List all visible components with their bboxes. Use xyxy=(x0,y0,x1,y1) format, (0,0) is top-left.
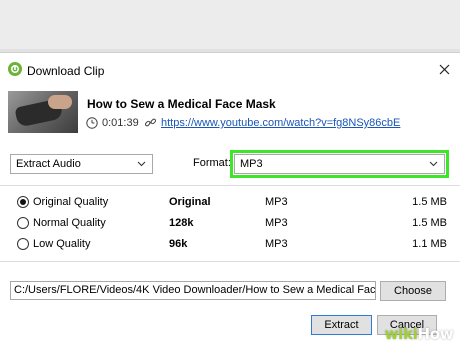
quality-label: Normal Quality xyxy=(33,217,106,229)
quality-name: 96k xyxy=(169,238,188,250)
chevron-down-icon xyxy=(429,161,438,167)
divider xyxy=(0,185,460,186)
cancel-button[interactable]: Cancel xyxy=(377,315,437,335)
divider xyxy=(0,261,460,262)
quality-radio-normal[interactable] xyxy=(17,217,29,229)
quality-name: Original xyxy=(169,196,211,208)
quality-row-normal[interactable]: Normal Quality 128k MP3 1.5 MB xyxy=(0,214,460,232)
dialog-titlebar: Download Clip xyxy=(0,53,460,87)
video-title: How to Sew a Medical Face Mask xyxy=(87,97,276,111)
format-dropdown[interactable]: MP3 xyxy=(234,154,445,174)
link-icon xyxy=(144,118,157,127)
quality-size: 1.1 MB xyxy=(412,238,447,250)
output-path-field[interactable]: C:/Users/FLORE/Videos/4K Video Downloade… xyxy=(10,281,376,300)
mode-dropdown[interactable]: Extract Audio xyxy=(10,154,153,174)
dialog-title: Download Clip xyxy=(27,64,105,78)
video-thumbnail xyxy=(8,91,78,133)
extract-button[interactable]: Extract xyxy=(311,315,372,335)
format-dropdown-value: MP3 xyxy=(240,158,263,170)
mode-dropdown-value: Extract Audio xyxy=(16,158,81,170)
chevron-down-icon xyxy=(137,161,146,167)
app-logo-icon xyxy=(8,62,22,76)
quality-row-original[interactable]: Original Quality Original MP3 1.5 MB xyxy=(0,193,460,211)
background-window-area xyxy=(0,0,460,52)
quality-label: Original Quality xyxy=(33,196,109,208)
choose-button[interactable]: Choose xyxy=(380,281,446,301)
video-duration: 0:01:39 xyxy=(102,117,139,129)
clock-icon xyxy=(86,117,98,129)
format-label: Format: xyxy=(193,157,231,169)
quality-radio-original[interactable] xyxy=(17,196,29,208)
quality-format: MP3 xyxy=(265,217,288,229)
quality-format: MP3 xyxy=(265,196,288,208)
quality-size: 1.5 MB xyxy=(412,217,447,229)
video-url-link[interactable]: https://www.youtube.com/watch?v=fg8NSy86… xyxy=(161,117,400,129)
quality-row-low[interactable]: Low Quality 96k MP3 1.1 MB xyxy=(0,235,460,253)
close-icon xyxy=(439,64,449,74)
quality-radio-low[interactable] xyxy=(17,238,29,250)
close-button[interactable] xyxy=(436,61,452,77)
quality-name: 128k xyxy=(169,217,194,229)
download-clip-dialog: Download Clip How to Sew a Medical Face … xyxy=(0,52,460,345)
quality-label: Low Quality xyxy=(33,238,91,250)
quality-size: 1.5 MB xyxy=(412,196,447,208)
quality-format: MP3 xyxy=(265,238,288,250)
